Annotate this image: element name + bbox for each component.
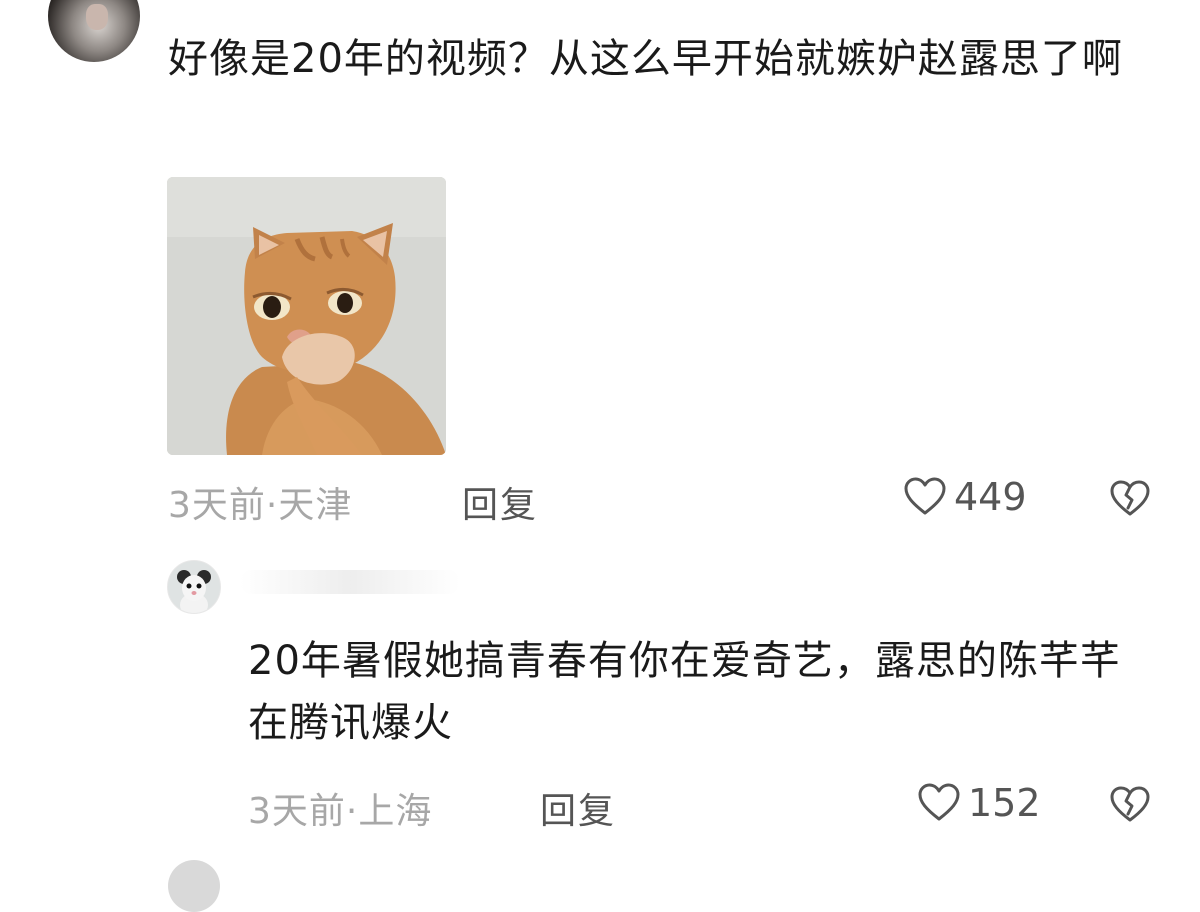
reply-avatar[interactable] — [167, 560, 221, 614]
like-count: 449 — [954, 475, 1027, 519]
like-button[interactable]: 152 — [916, 780, 1041, 826]
commenter-avatar[interactable] — [48, 0, 140, 62]
heart-outline-icon — [918, 783, 960, 821]
reply-username-blurred — [240, 570, 460, 594]
dislike-button[interactable] — [1108, 476, 1152, 520]
heart-outline-icon — [904, 477, 946, 515]
reply-text: 20年暑假她搞青春有你在爱奇艺，露思的陈芊芊在腾讯爆火 — [248, 638, 1121, 746]
dislike-button[interactable] — [1108, 782, 1152, 826]
comment-text: 好像是20年的视频？从这么早开始就嫉妒赵露思了啊 — [168, 36, 1123, 82]
reply-button[interactable]: 回复 — [540, 782, 616, 834]
comment-meta: 3天前·天津 — [168, 485, 353, 526]
reply-meta: 3天前·上海 — [248, 791, 433, 832]
like-count: 152 — [968, 781, 1041, 825]
mouse-avatar-icon — [168, 561, 220, 613]
broken-heart-icon — [1110, 786, 1150, 822]
like-button[interactable]: 449 — [902, 474, 1027, 520]
reply-button[interactable]: 回复 — [462, 476, 538, 528]
cat-sticker-illustration — [167, 177, 446, 455]
broken-heart-icon — [1110, 480, 1150, 516]
next-commenter-avatar[interactable] — [168, 860, 220, 912]
comment-image-cat-sticker[interactable] — [167, 177, 446, 455]
